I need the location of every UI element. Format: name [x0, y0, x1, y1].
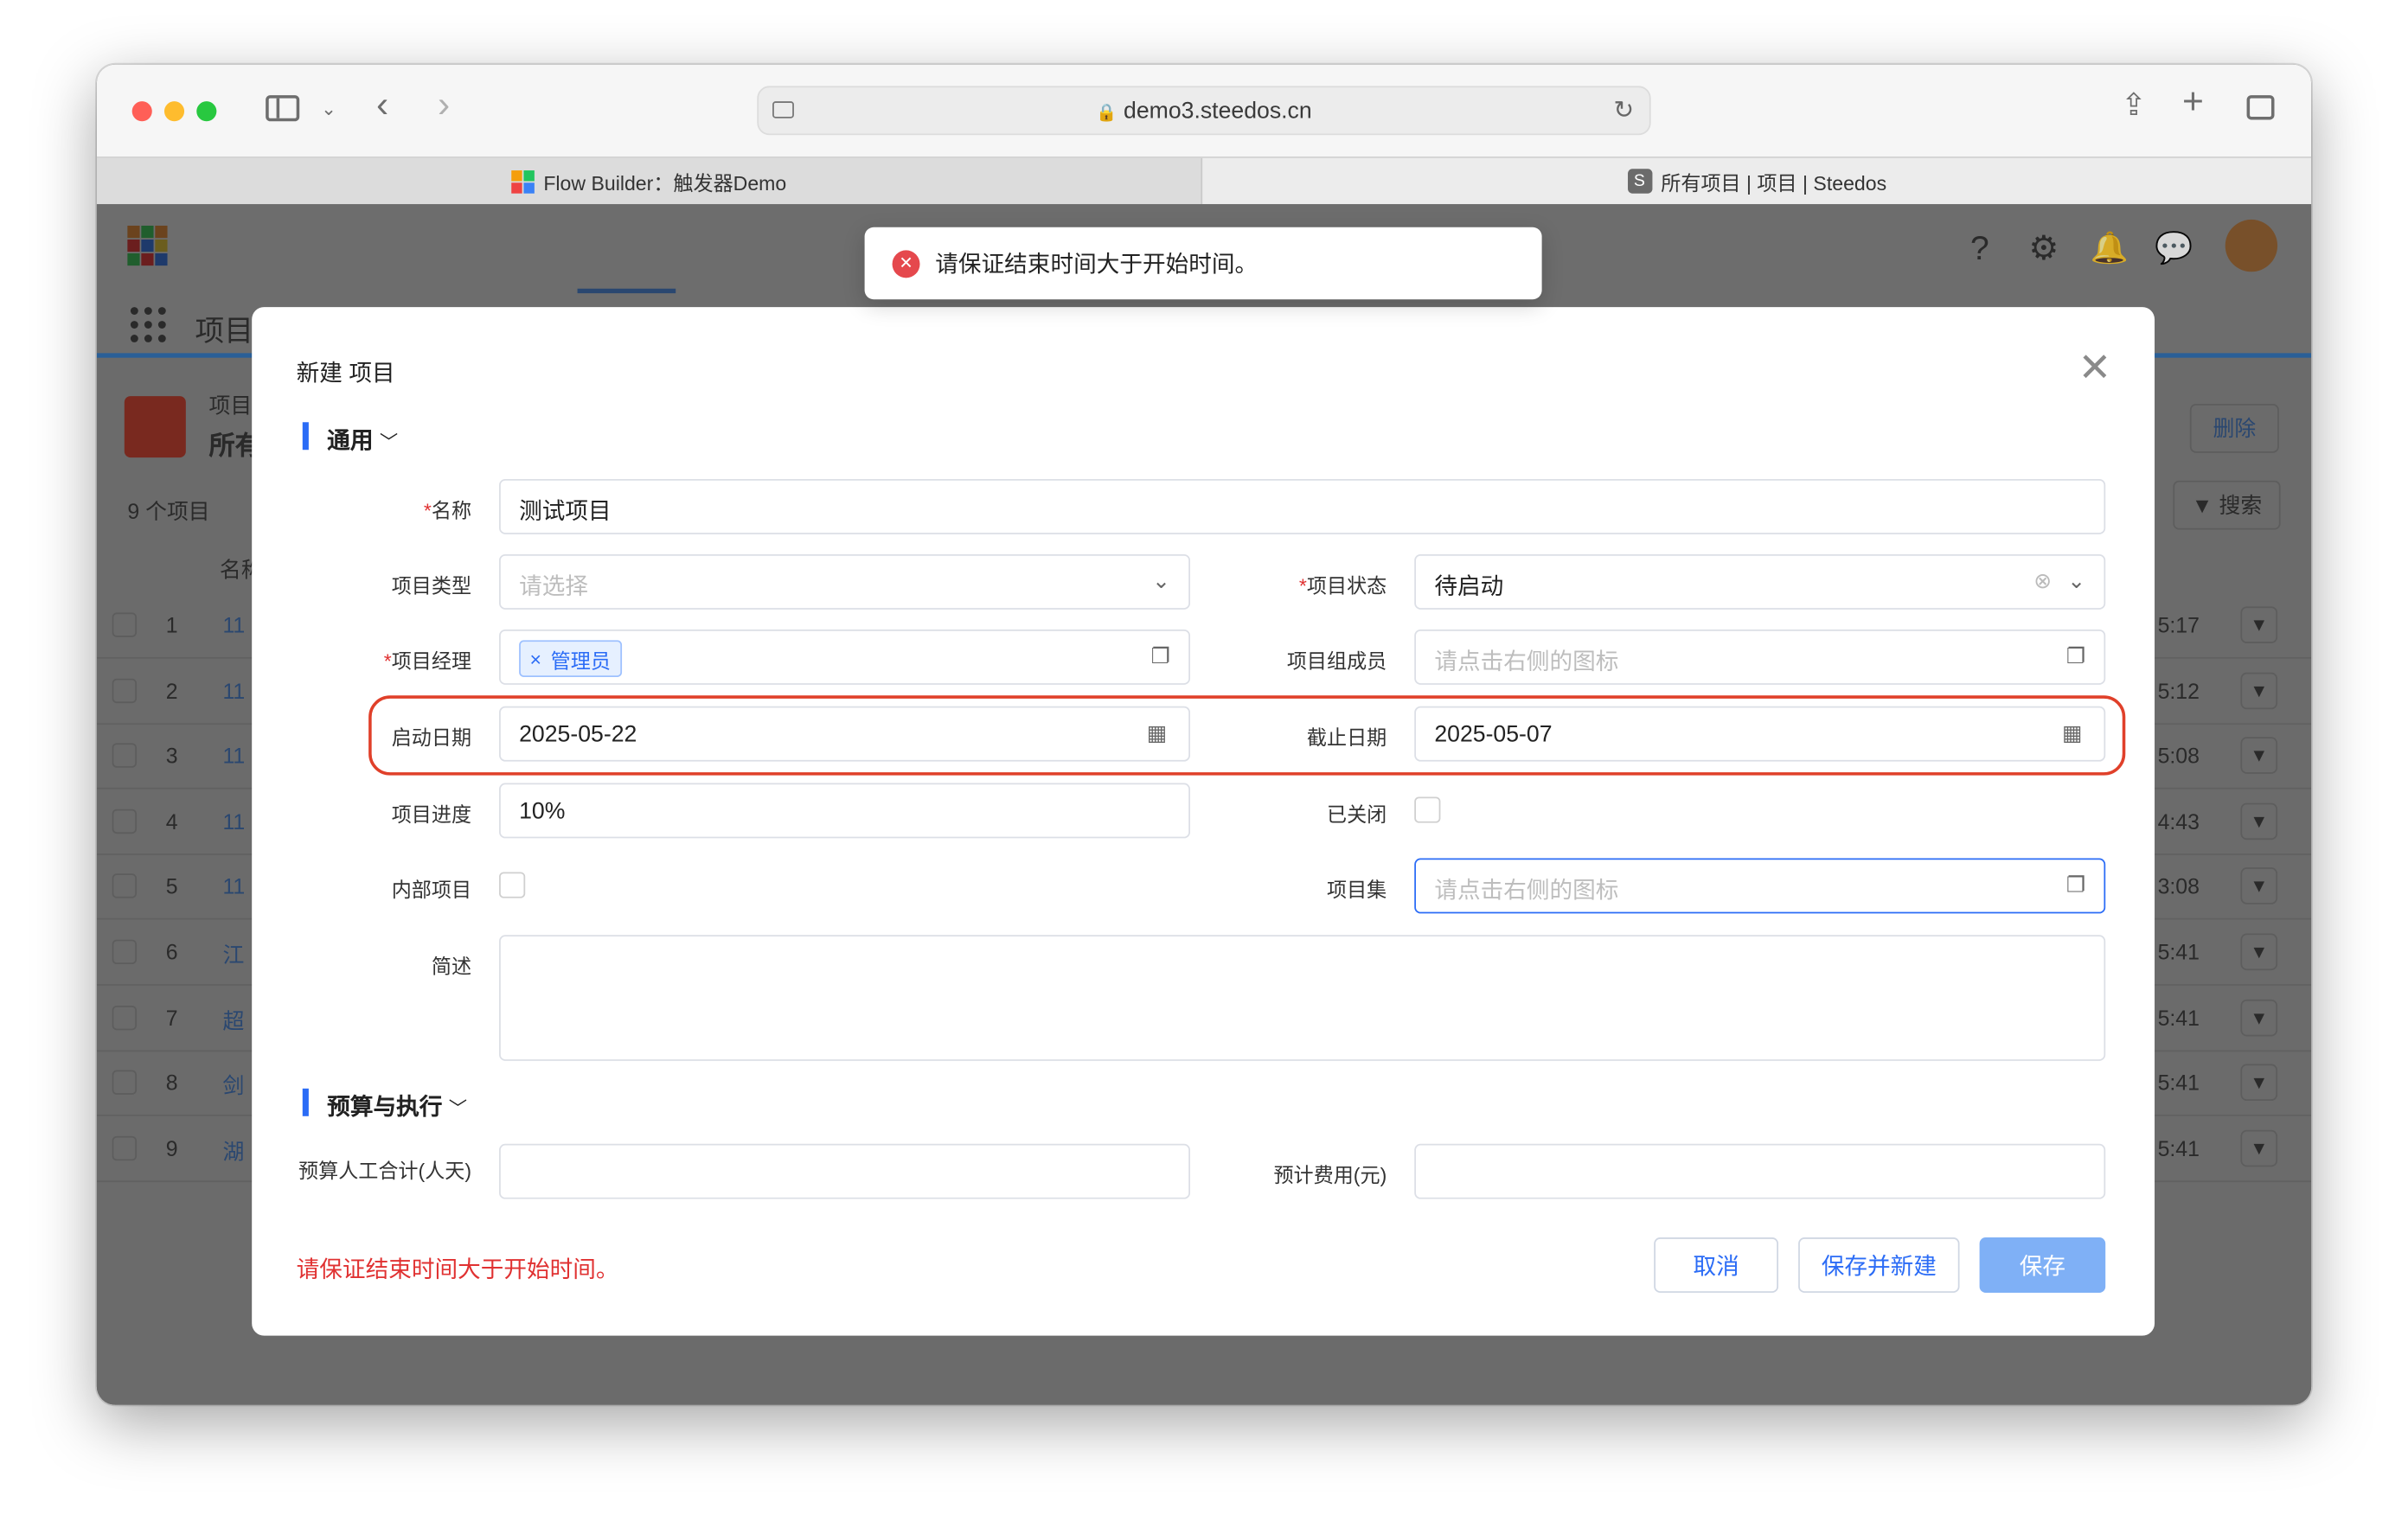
budget-hours-input[interactable]	[499, 1143, 1191, 1199]
lookup-icon[interactable]: ❐	[2066, 643, 2085, 669]
name-label: *名称	[423, 499, 472, 522]
members-lookup[interactable]: 请点击右侧的图标 ❐	[1414, 629, 2106, 685]
back-icon[interactable]: ‹	[376, 86, 388, 124]
toast-message: 请保证结束时间大于开始时间。	[935, 252, 1258, 278]
steedos-s-icon: S	[1627, 169, 1652, 194]
section-budget[interactable]: 预算与执行 ﹀	[302, 1088, 468, 1122]
description-label: 简述	[431, 955, 472, 978]
reload-icon[interactable]: ↻	[1613, 95, 1634, 126]
tab-all-projects[interactable]: S 所有项目 | 项目 | Steedos	[1202, 157, 2312, 205]
budget-hours-label: 预算人工合计(人天)	[298, 1159, 472, 1183]
type-select[interactable]: 请选择 ⌄	[499, 553, 1191, 610]
program-lookup[interactable]: 请点击右侧的图标 ❐	[1414, 858, 2106, 914]
manager-label: *项目经理	[383, 649, 472, 673]
tab-overview-icon[interactable]	[2246, 95, 2275, 120]
save-button[interactable]: 保存	[1979, 1237, 2106, 1293]
budget-cost-input[interactable]	[1414, 1143, 2106, 1199]
section-budget-label: 预算与执行	[327, 1094, 443, 1122]
progress-label: 项目进度	[391, 802, 472, 827]
dialog-title: 新建 项目	[296, 361, 395, 387]
lookup-icon[interactable]: ❐	[2066, 872, 2085, 898]
form-error-text: 请保证结束时间大于开始时间。	[296, 1257, 619, 1284]
closed-label: 已关闭	[1327, 802, 1387, 827]
progress-input[interactable]: 10%	[499, 783, 1191, 839]
minimize-window-button[interactable]	[163, 101, 185, 122]
tab-title: 所有项目 | 项目 | Steedos	[1661, 170, 1887, 195]
members-label: 项目组成员	[1286, 649, 1387, 673]
close-window-button[interactable]	[131, 101, 152, 122]
lookup-icon[interactable]: ❐	[1151, 643, 1170, 669]
manager-lookup[interactable]: × 管理员 ❐	[499, 629, 1191, 685]
zoom-window-button[interactable]	[196, 101, 217, 122]
tab-flow-builder[interactable]: Flow Builder：触发器Demo	[96, 157, 1203, 205]
closed-checkbox[interactable]	[1414, 796, 1441, 823]
steedos-logo-icon	[511, 169, 535, 193]
tag-remove-icon[interactable]: ×	[530, 647, 541, 670]
clear-icon[interactable]: ⊗	[2033, 568, 2052, 594]
type-label: 项目类型	[391, 574, 472, 598]
save-and-new-button[interactable]: 保存并新建	[1798, 1237, 1960, 1293]
forward-icon[interactable]: ›	[438, 86, 450, 124]
tab-title: Flow Builder：触发器Demo	[543, 170, 787, 195]
section-general-label: 通用	[327, 428, 374, 455]
sidebar-toggle-icon[interactable]	[266, 95, 300, 122]
tab-bar: Flow Builder：触发器Demo S 所有项目 | 项目 | Steed…	[96, 157, 2312, 205]
status-label: *项目状态	[1298, 574, 1387, 598]
lock-icon: 🔒	[1096, 104, 1118, 124]
section-general[interactable]: 通用 ﹀	[302, 422, 399, 456]
chevron-down-icon: ⌄	[2067, 567, 2086, 593]
browser-toolbar: ⌄ ‹ › 🔒 demo3.steedos.cn ↻ ⇪ +	[96, 64, 2312, 157]
share-icon[interactable]: ⇪	[2121, 91, 2147, 122]
date-fields-highlight	[368, 695, 2126, 776]
url-text: demo3.steedos.cn	[1124, 98, 1312, 125]
chevron-down-icon: ﹀	[448, 1097, 468, 1120]
internal-label: 内部项目	[391, 878, 472, 902]
tag-label: 管理员	[550, 649, 611, 672]
new-tab-icon[interactable]: +	[2182, 84, 2204, 121]
name-input[interactable]: 测试项目	[499, 478, 2106, 534]
chevron-down-icon: ⌄	[1152, 567, 1170, 593]
error-icon: ✕	[892, 249, 920, 278]
budget-cost-label: 预计费用(元)	[1273, 1163, 1387, 1187]
internal-checkbox[interactable]	[499, 872, 526, 898]
new-project-dialog: 新建 项目 ✕ 通用 ﹀ *名称 测试项目 项目类型 请选择 ⌄ *项目状态 待启…	[252, 307, 2155, 1336]
description-textarea[interactable]	[499, 935, 2106, 1061]
close-icon[interactable]: ✕	[2078, 347, 2112, 387]
program-label: 项目集	[1327, 878, 1387, 902]
chevron-down-icon[interactable]: ⌄	[321, 93, 336, 125]
cancel-button[interactable]: 取消	[1654, 1237, 1779, 1293]
manager-tag: × 管理员	[519, 640, 622, 677]
status-select[interactable]: 待启动 ⊗ ⌄	[1414, 553, 2106, 610]
budget-fields-clip: 预算人工合计(人天) 预计费用(元)	[252, 1141, 2155, 1199]
address-bar[interactable]: 🔒 demo3.steedos.cn ↻	[757, 86, 1651, 136]
error-toast: ✕ 请保证结束时间大于开始时间。	[864, 227, 1542, 300]
chevron-down-icon: ﹀	[379, 431, 399, 453]
